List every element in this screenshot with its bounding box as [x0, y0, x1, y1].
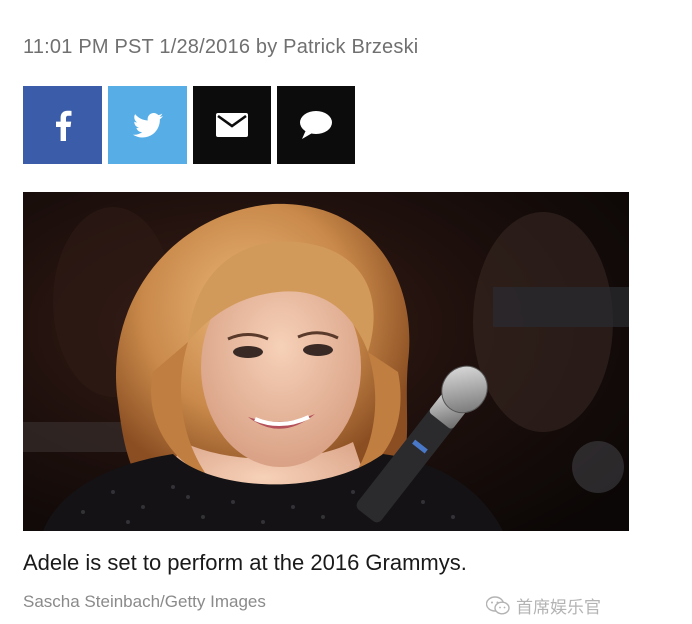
facebook-share-button[interactable]: [23, 86, 102, 164]
singer-performing-image: [23, 192, 629, 531]
twitter-share-button[interactable]: [108, 86, 187, 164]
email-icon: [216, 113, 248, 137]
comment-share-button[interactable]: [277, 86, 355, 164]
wechat-watermark: 首席娱乐官: [486, 593, 601, 618]
comment-icon: [300, 111, 332, 139]
facebook-icon: [55, 110, 71, 141]
article-photo: [23, 192, 629, 531]
share-bar: [23, 86, 355, 164]
photo-caption: Adele is set to perform at the 2016 Gram…: [23, 550, 467, 575]
wechat-icon: [486, 595, 510, 615]
twitter-icon: [132, 112, 163, 137]
watermark-text: 首席娱乐官: [516, 598, 601, 617]
email-share-button[interactable]: [193, 86, 271, 164]
article-byline: 11:01 PM PST 1/28/2016 by Patrick Brzesk…: [23, 36, 419, 58]
photo-credit: Sascha Steinbach/Getty Images: [23, 592, 266, 611]
